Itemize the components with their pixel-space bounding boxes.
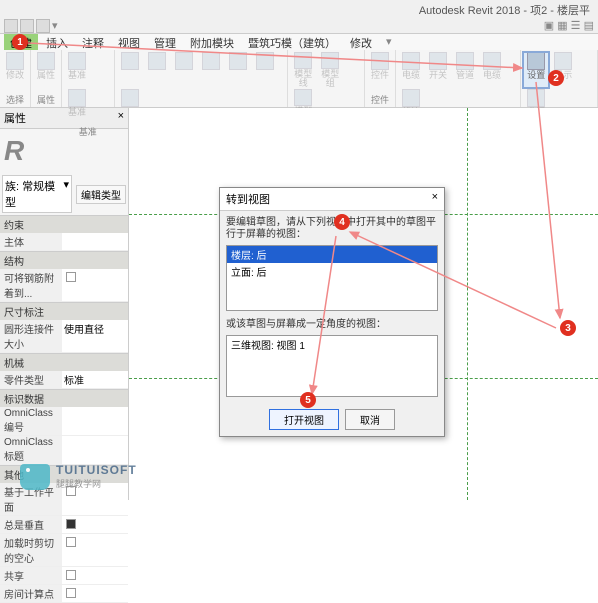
- ribbon-button[interactable]: [144, 52, 170, 88]
- ribbon-button[interactable]: 设置: [523, 52, 549, 88]
- cancel-button[interactable]: 取消: [345, 409, 395, 430]
- properties-panel: 属性 × R 族: 常规模型▾ 编辑类型 约束主体结构可将钢筋附着到...尺寸标…: [0, 108, 129, 500]
- annotation-marker-4: 4: [334, 214, 350, 230]
- goto-view-dialog: 转到视图 × 要编辑草图，请从下列视图中打开其中的草图平行于屏幕的视图： 楼层:…: [219, 187, 445, 437]
- property-section-header[interactable]: 结构: [0, 251, 128, 269]
- open-view-button[interactable]: 打开视图: [269, 409, 339, 430]
- ribbon-button[interactable]: 基准: [64, 52, 90, 88]
- dialog-titlebar: 转到视图 ×: [220, 188, 444, 211]
- property-row[interactable]: 圆形连接件大小使用直径: [0, 320, 128, 353]
- qat-icon[interactable]: [36, 19, 50, 33]
- quick-toolbar: ▾ ▣ ▦ ☰ ▤: [0, 18, 598, 34]
- menu-addins[interactable]: 附加模块: [184, 34, 240, 50]
- menu-view[interactable]: 视图: [112, 34, 146, 50]
- list-item[interactable]: 楼层: 后: [227, 246, 437, 263]
- property-section-header[interactable]: 尺寸标注: [0, 302, 128, 320]
- ribbon-button[interactable]: [171, 52, 197, 88]
- ribbon: 修改选择属性属性基准基准基准形状模型线模型组模型组模型控件控件电缆开关管道电缆线…: [0, 50, 598, 108]
- ribbon-button[interactable]: [252, 52, 278, 88]
- ribbon-button[interactable]: 模型组: [317, 52, 343, 88]
- view-list-1[interactable]: 楼层: 后立面: 后: [226, 245, 438, 311]
- menu-bar: 创建 插入 注释 视图 管理 附加模块 暨筑巧模（建筑） 修改 ▾: [0, 34, 598, 50]
- ribbon-button[interactable]: 电缆: [479, 52, 505, 88]
- ribbon-button[interactable]: 修改: [2, 52, 28, 88]
- property-row[interactable]: 房间计算点: [0, 585, 128, 603]
- ribbon-button[interactable]: 管道: [452, 52, 478, 88]
- property-section-header[interactable]: 约束: [0, 215, 128, 233]
- qat-icon[interactable]: [4, 19, 18, 33]
- menu-manage[interactable]: 管理: [148, 34, 182, 50]
- property-section-header[interactable]: 标识数据: [0, 389, 128, 407]
- ribbon-button[interactable]: [198, 52, 224, 88]
- title-bar: Autodesk Revit 2018 - 项2 - 楼层平: [0, 0, 598, 18]
- property-section-header[interactable]: 机械: [0, 353, 128, 371]
- menu-dropdown-icon[interactable]: ▾: [380, 34, 398, 50]
- property-row[interactable]: OmniClass 编号: [0, 407, 128, 436]
- property-row[interactable]: OmniClass 标题: [0, 436, 128, 465]
- ribbon-button[interactable]: [225, 52, 251, 88]
- ribbon-button[interactable]: 属性: [33, 52, 59, 88]
- watermark-icon: [20, 464, 50, 490]
- property-row[interactable]: 总是垂直: [0, 516, 128, 534]
- menu-annotate[interactable]: 注释: [76, 34, 110, 50]
- dialog-message: 要编辑草图，请从下列视图中打开其中的草图平行于屏幕的视图：: [226, 217, 438, 241]
- dialog-message-2: 或该草图与屏幕成一定角度的视图：: [226, 319, 438, 331]
- family-selector[interactable]: 族: 常规模型▾: [2, 175, 72, 213]
- property-row[interactable]: 主体: [0, 233, 128, 251]
- property-row[interactable]: 可将钢筋附着到...: [0, 269, 128, 302]
- menu-modify[interactable]: 修改: [344, 34, 378, 50]
- ribbon-button[interactable]: 开关: [425, 52, 451, 88]
- qat-icon[interactable]: [20, 19, 34, 33]
- watermark: TUITUISOFT 腿腿教学网: [20, 463, 137, 490]
- menu-insert[interactable]: 插入: [40, 34, 74, 50]
- edit-type-button[interactable]: 编辑类型: [76, 185, 126, 204]
- annotation-marker-1: 1: [12, 34, 28, 50]
- ribbon-button[interactable]: 控件: [367, 52, 393, 88]
- view-list-2[interactable]: 三维视图: 视图 1: [226, 335, 438, 397]
- menu-arch[interactable]: 暨筑巧模（建筑）: [242, 34, 342, 50]
- annotation-marker-5: 5: [300, 392, 316, 408]
- annotation-marker-2: 2: [548, 70, 564, 86]
- property-row[interactable]: 零件类型标准: [0, 371, 128, 389]
- annotation-marker-3: 3: [560, 320, 576, 336]
- ribbon-button[interactable]: 电缆: [398, 52, 424, 88]
- ribbon-button[interactable]: 模型线: [290, 52, 316, 88]
- list-item[interactable]: 三维视图: 视图 1: [227, 336, 437, 353]
- property-row[interactable]: 加载时剪切的空心: [0, 534, 128, 567]
- dialog-close-icon[interactable]: ×: [432, 191, 438, 207]
- list-item[interactable]: 立面: 后: [227, 263, 437, 280]
- property-row[interactable]: 共享: [0, 567, 128, 585]
- ribbon-button[interactable]: [117, 52, 143, 88]
- ribbon-button[interactable]: 基准: [64, 89, 90, 125]
